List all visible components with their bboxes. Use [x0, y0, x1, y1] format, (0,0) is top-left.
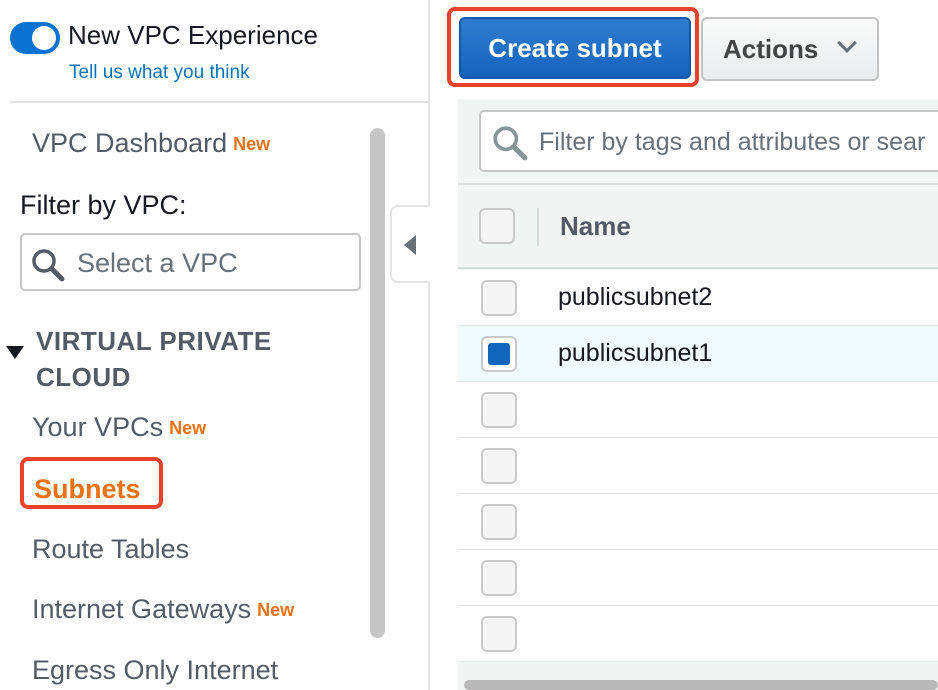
row-checkbox[interactable]: [481, 392, 517, 428]
caret-down-icon[interactable]: [6, 346, 24, 359]
row-checkbox[interactable]: [481, 280, 517, 316]
table-row[interactable]: [458, 606, 938, 662]
cell-name: publicsubnet2: [558, 283, 713, 311]
new-experience-toggle[interactable]: [10, 22, 60, 54]
sidebar-item-route-tables[interactable]: Route Tables: [32, 534, 189, 565]
row-checkbox[interactable]: [481, 560, 517, 596]
row-checkbox[interactable]: [481, 616, 517, 652]
row-checkbox[interactable]: [481, 448, 517, 484]
table-row[interactable]: [458, 382, 938, 438]
sidebar-divider: [10, 101, 428, 103]
row-checkbox[interactable]: [481, 504, 517, 540]
filter-input[interactable]: Filter by tags and attributes or sear: [479, 110, 938, 172]
select-all-checkbox[interactable]: [479, 208, 515, 244]
vpc-select-input[interactable]: Select a VPC: [20, 233, 361, 291]
sidebar-item-label: Your VPCs: [32, 412, 164, 442]
new-badge: New: [233, 134, 271, 155]
table-row[interactable]: [458, 494, 938, 550]
cell-name: publicsubnet1: [558, 339, 713, 367]
new-badge: New: [169, 418, 207, 439]
sidebar-item-subnets[interactable]: Subnets: [34, 474, 141, 505]
sidebar-item-label: VPC Dashboard: [32, 128, 228, 158]
collapse-sidebar-button[interactable]: [390, 205, 430, 283]
column-separator[interactable]: [537, 208, 539, 246]
filter-by-vpc-label: Filter by VPC:: [20, 190, 187, 220]
chevron-down-icon: [837, 33, 857, 53]
section-header-virtual-private-cloud[interactable]: VIRTUAL PRIVATE CLOUD: [36, 323, 336, 395]
column-header-name[interactable]: Name: [560, 211, 631, 242]
table-header-row: [458, 187, 938, 269]
sidebar-item-vpc-dashboard[interactable]: VPC Dashboard New: [32, 128, 270, 159]
vpc-sidebar: New VPC Experience Tell us what you thin…: [0, 0, 430, 690]
new-badge: New: [257, 600, 295, 621]
feedback-link[interactable]: Tell us what you think: [69, 62, 250, 84]
search-icon: [32, 249, 65, 282]
row-checkbox[interactable]: [481, 336, 517, 372]
sidebar-border: [428, 0, 430, 690]
sidebar-item-label: Internet Gateways: [32, 594, 252, 624]
actions-dropdown-button[interactable]: Actions: [701, 17, 879, 81]
table-row[interactable]: [458, 550, 938, 606]
create-subnet-button[interactable]: Create subnet: [459, 17, 691, 79]
sidebar-scrollbar[interactable]: [370, 128, 385, 638]
search-icon: [493, 126, 528, 161]
filter-placeholder: Filter by tags and attributes or sear: [539, 128, 926, 156]
chevron-left-icon: [404, 235, 416, 255]
horizontal-scrollbar[interactable]: [464, 680, 938, 690]
actions-label: Actions: [723, 33, 819, 64]
vpc-select-placeholder: Select a VPC: [77, 248, 238, 278]
sidebar-item-label: Egress Only Internet: [32, 655, 279, 685]
toggle-knob: [32, 26, 56, 50]
table-row[interactable]: [458, 438, 938, 494]
sidebar-item-egress-only-internet[interactable]: Egress Only Internet: [32, 655, 278, 686]
new-experience-label: New VPC Experience: [68, 20, 318, 50]
sidebar-item-your-vpcs[interactable]: Your VPCs New: [32, 412, 206, 443]
sidebar-item-internet-gateways[interactable]: Internet Gateways New: [32, 594, 294, 625]
sidebar-item-label: Route Tables: [32, 534, 190, 564]
